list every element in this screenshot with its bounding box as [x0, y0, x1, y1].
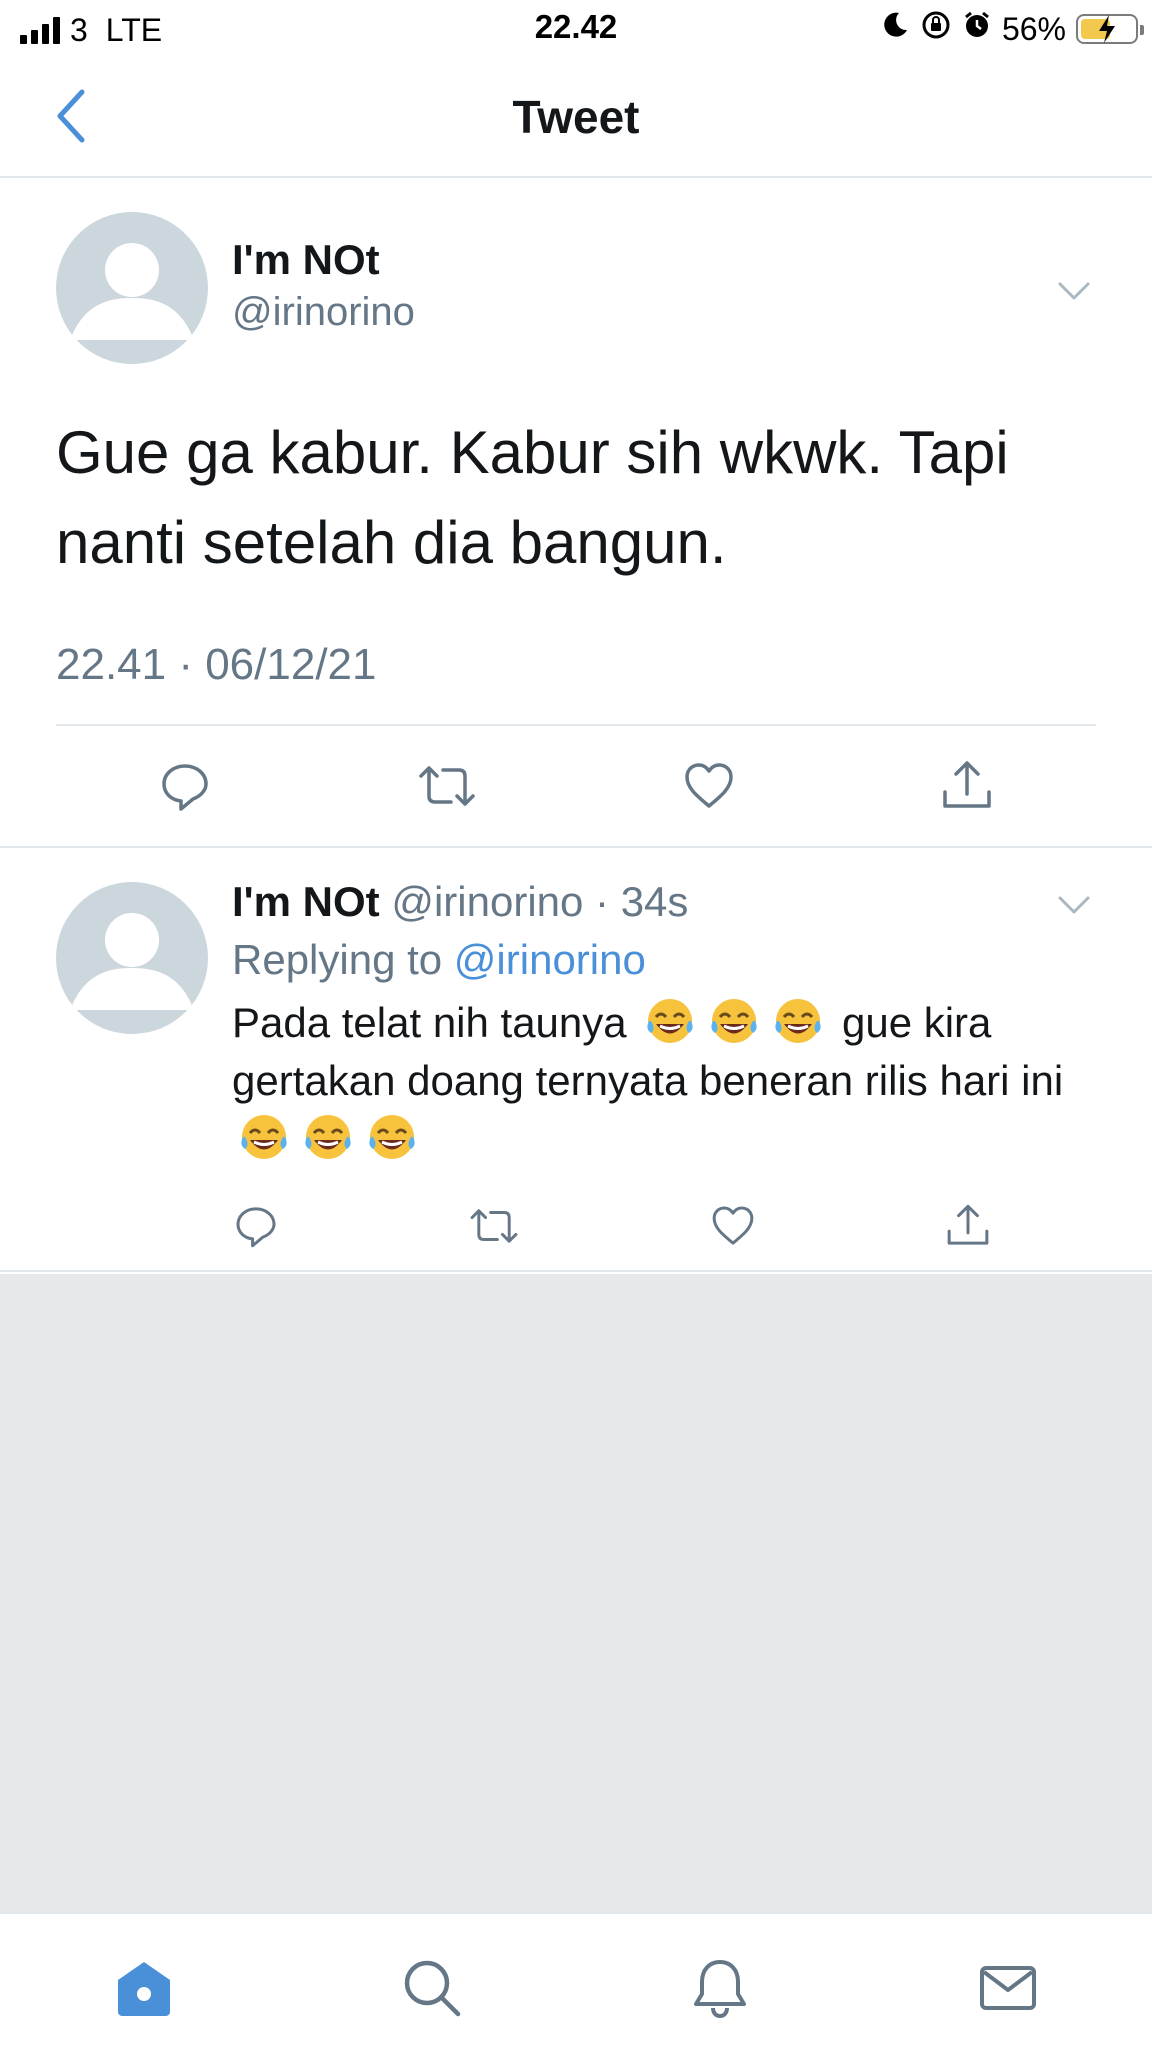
tweet-options-button[interactable] — [1052, 268, 1096, 312]
face-with-tears-of-joy-emoji — [241, 1115, 287, 1159]
retweet-icon — [419, 766, 475, 806]
like-icon — [685, 763, 733, 808]
like-button[interactable] — [681, 748, 737, 824]
tab-home[interactable] — [104, 1948, 184, 2028]
navigation-bar: Tweet — [0, 58, 1152, 178]
emoji-group — [232, 1115, 424, 1162]
reply-tweet[interactable]: I'm NOt @irinorino · 34s Replying to @ir… — [0, 848, 1152, 1272]
reply-header: I'm NOt @irinorino · 34s — [232, 878, 688, 926]
reply-button[interactable] — [232, 1196, 280, 1256]
moon-icon — [880, 10, 910, 48]
replying-to: Replying to @irinorino — [232, 936, 646, 984]
alarm-icon — [962, 10, 992, 48]
main-tweet: I'm NOt @irinorino Gue ga kabur. Kabur s… — [0, 180, 1152, 848]
emoji-group — [638, 999, 830, 1046]
like-icon — [712, 1206, 754, 1245]
messages-icon — [980, 1966, 1036, 2010]
face-with-tears-of-joy-emoji — [305, 1115, 351, 1159]
tweet-text: Gue ga kabur. Kabur sih wkwk. Tapi nanti… — [56, 419, 1009, 576]
tab-messages[interactable] — [968, 1948, 1048, 2028]
share-button[interactable] — [939, 748, 995, 824]
author-handle-time: @irinorino · 34s — [391, 878, 689, 925]
avatar[interactable] — [56, 882, 208, 1034]
face-with-tears-of-joy-emoji — [711, 999, 757, 1043]
reply-button[interactable] — [157, 748, 213, 824]
home-icon — [118, 1962, 170, 2016]
notifications-icon — [694, 1960, 746, 2019]
reply-actions — [232, 1196, 992, 1256]
replying-to-label: Replying to — [232, 936, 443, 983]
author-name[interactable]: I'm NOt — [232, 236, 380, 284]
share-icon — [943, 761, 991, 808]
search-icon — [404, 1960, 461, 2017]
face-with-tears-of-joy-emoji — [647, 999, 693, 1043]
status-bar: 3 LTE 22.42 56% — [0, 0, 1152, 58]
tab-notifications[interactable] — [680, 1948, 760, 2028]
like-button[interactable] — [709, 1196, 757, 1256]
author-handle[interactable]: @irinorino — [232, 290, 415, 335]
page-title: Tweet — [512, 91, 640, 143]
tweet-timestamp: 22.41 · 06/12/21 — [56, 640, 377, 689]
share-icon — [947, 1204, 989, 1245]
face-with-tears-of-joy-emoji — [775, 999, 821, 1043]
status-right: 56% — [880, 8, 1144, 50]
reply-text: Pada telat nih taunya gue kira gertakan … — [232, 994, 1112, 1168]
face-with-tears-of-joy-emoji — [369, 1115, 415, 1159]
reply-text-part1: Pada telat nih taunya — [232, 999, 627, 1046]
chevron-down-icon — [1058, 282, 1090, 300]
tab-search[interactable] — [392, 1948, 472, 2028]
tab-bar — [0, 1912, 1152, 2048]
chevron-down-icon — [1058, 896, 1090, 914]
battery-percent: 56% — [1001, 10, 1066, 47]
tweet-options-button[interactable] — [1052, 882, 1096, 926]
empty-timeline-area — [0, 1274, 1152, 1912]
reply-icon — [162, 764, 208, 811]
retweet-button[interactable] — [467, 1196, 521, 1256]
avatar[interactable] — [56, 212, 208, 364]
retweet-button[interactable] — [415, 748, 479, 824]
mention-link[interactable]: @irinorino — [454, 936, 646, 983]
divider — [56, 724, 1096, 726]
reply-icon — [236, 1207, 276, 1248]
rotation-lock-icon — [920, 9, 952, 49]
author-name[interactable]: I'm NOt — [232, 878, 380, 925]
retweet-icon — [470, 1209, 518, 1243]
share-button[interactable] — [944, 1196, 992, 1256]
battery-charging-icon — [1076, 14, 1144, 44]
tweet-actions — [56, 748, 1096, 824]
